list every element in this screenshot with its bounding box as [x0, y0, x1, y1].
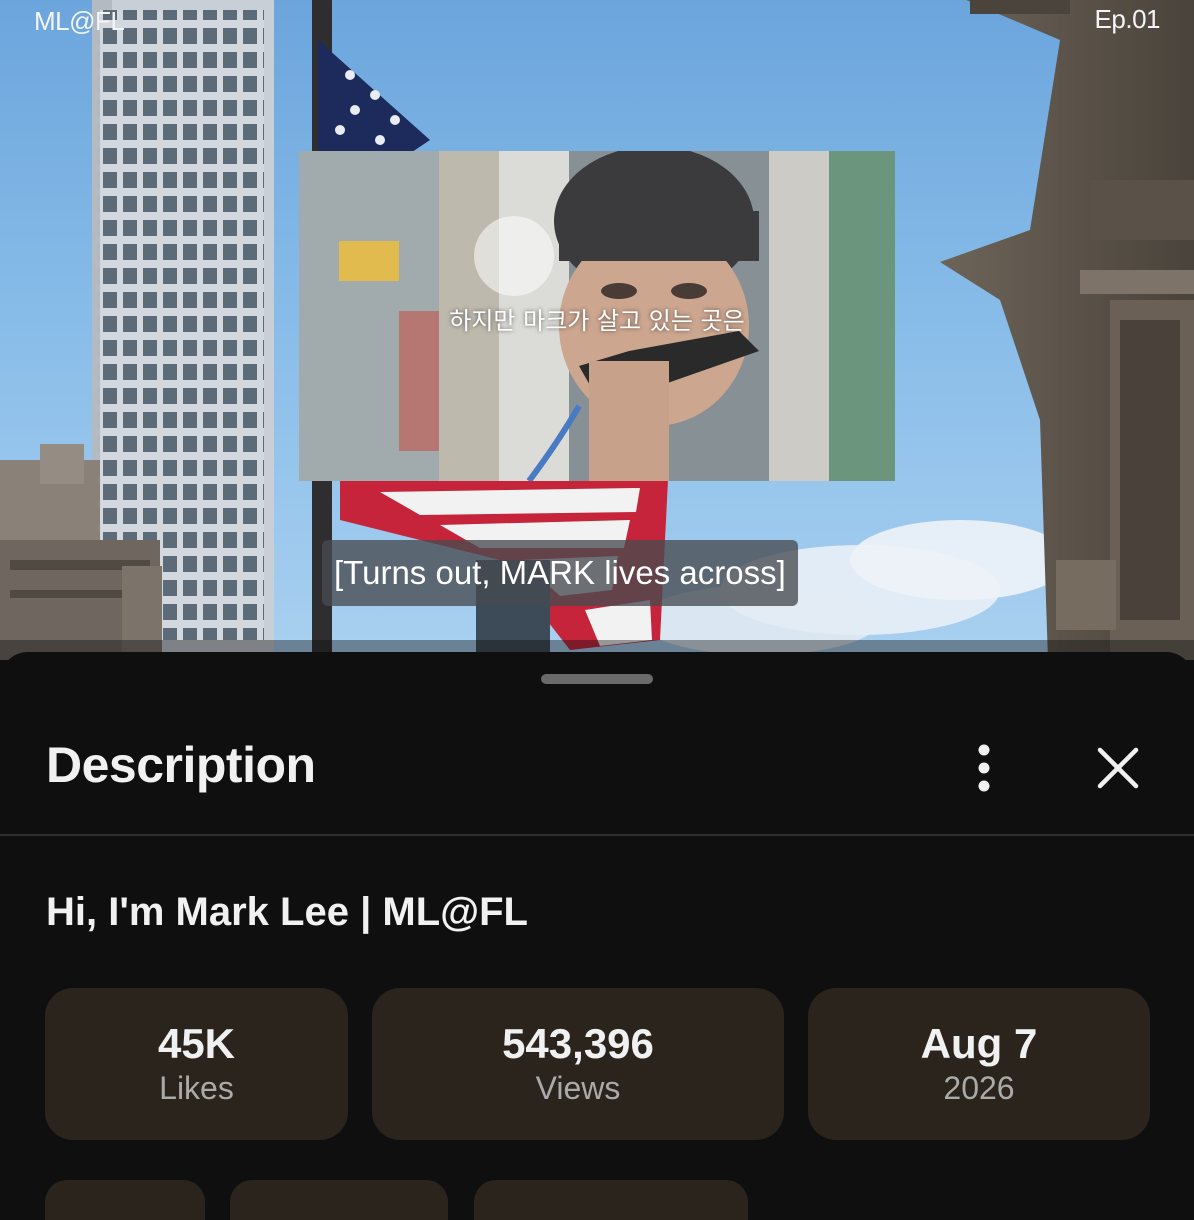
hashtag-chip[interactable]	[230, 1180, 448, 1220]
close-icon	[1097, 747, 1139, 789]
publish-date: Aug 7	[920, 1020, 1038, 1067]
likes-stat: 45K Likes	[45, 988, 348, 1140]
views-label: Views	[535, 1070, 621, 1106]
views-count: 543,396	[502, 1020, 654, 1067]
video-player[interactable]: ML@FL Ep.01 하지만 마크가 살고 있는 곳은 [Turns out,…	[0, 0, 1194, 660]
inset-subtitle: 하지만 마크가 살고 있는 곳은	[449, 307, 745, 335]
drag-handle[interactable]	[541, 674, 653, 684]
sheet-divider	[0, 834, 1194, 836]
likes-label: Likes	[159, 1070, 234, 1106]
publish-year: 2026	[943, 1070, 1015, 1106]
hashtag-chip[interactable]	[45, 1180, 205, 1220]
likes-count: 45K	[157, 1020, 236, 1067]
closed-caption: [Turns out, MARK lives across]	[322, 540, 798, 606]
video-title: Hi, I'm Mark Lee | ML@FL	[46, 890, 528, 934]
date-stat: Aug 7 2026	[808, 988, 1150, 1140]
channel-watermark: ML@FL	[34, 6, 125, 36]
episode-watermark: Ep.01	[1094, 4, 1161, 34]
close-button[interactable]	[1086, 736, 1150, 800]
hashtag-chip[interactable]	[474, 1180, 748, 1220]
more-vertical-icon	[978, 744, 990, 792]
description-sheet: Description Hi, I'm Mark Lee | ML@FL 45K…	[0, 652, 1194, 1220]
views-stat: 543,396 Views	[372, 988, 784, 1140]
video-inset-frame: 하지만 마크가 살고 있는 곳은	[299, 151, 895, 481]
sheet-title: Description	[46, 737, 316, 793]
more-options-button[interactable]	[956, 736, 1012, 800]
